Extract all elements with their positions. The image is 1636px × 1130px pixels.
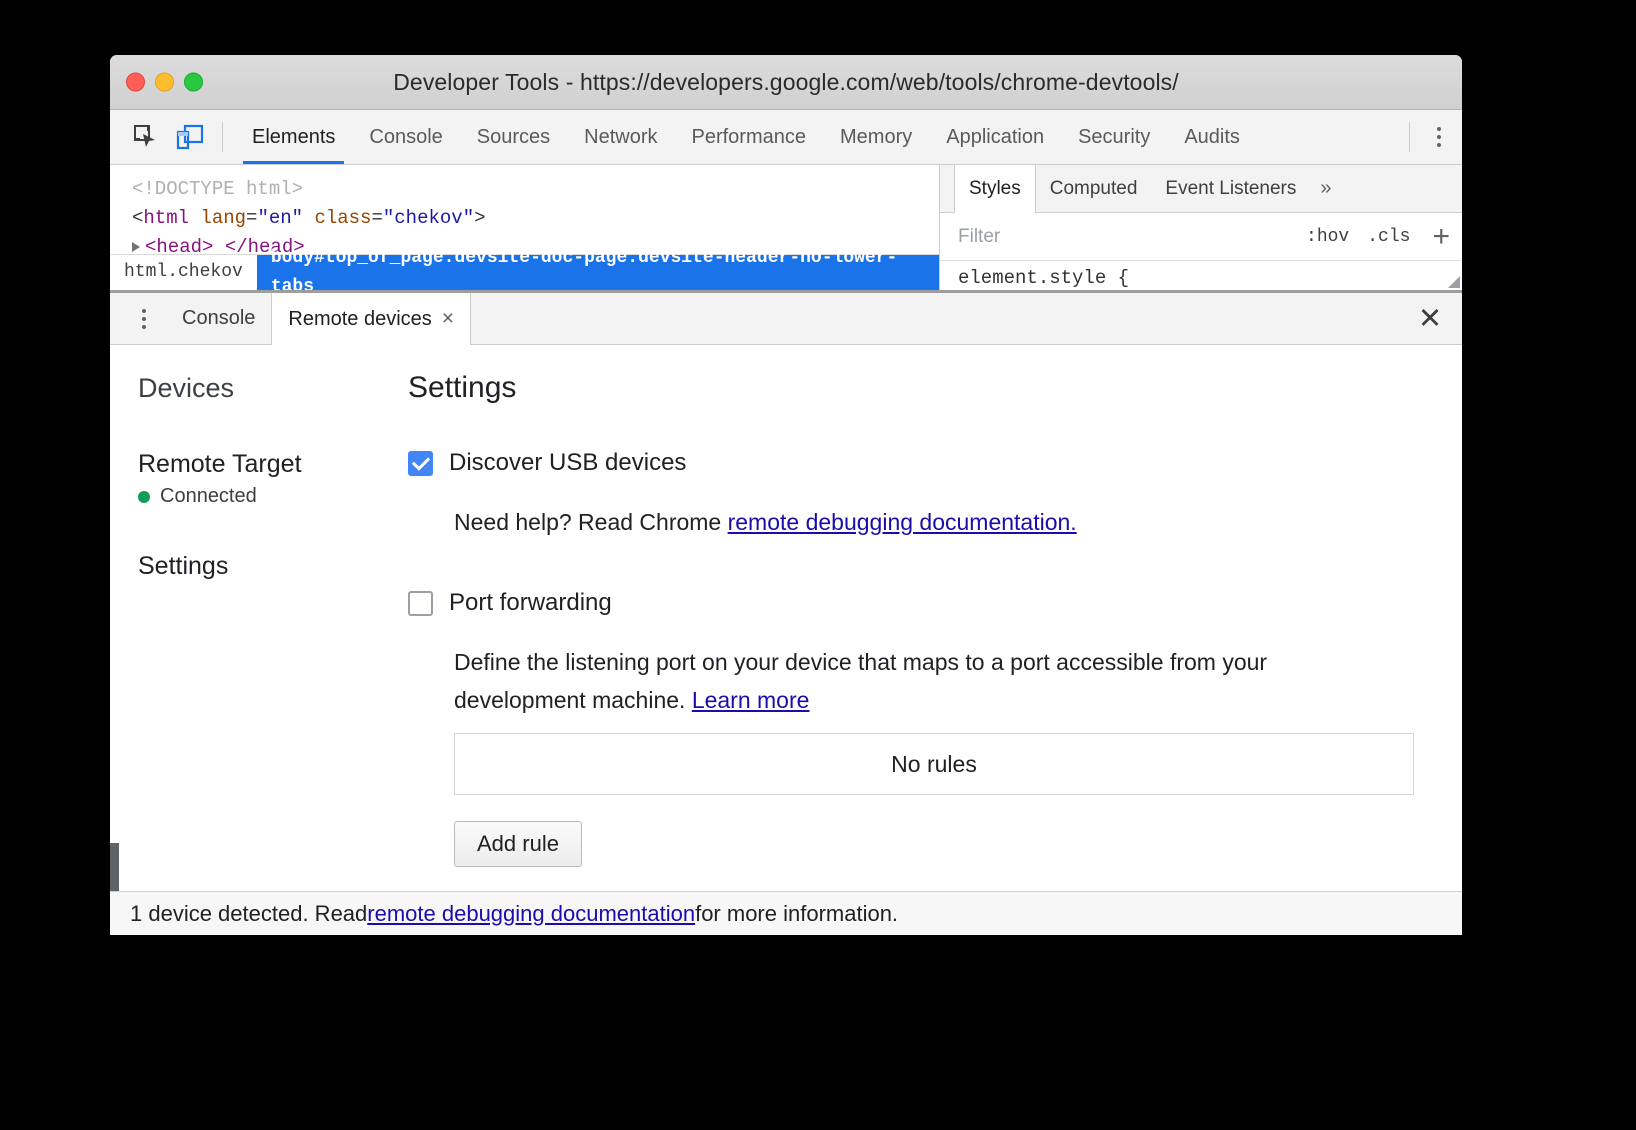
status-bar-documentation-link[interactable]: remote debugging documentation [367, 901, 695, 927]
window-title-bar: Developer Tools - https://developers.goo… [110, 55, 1462, 110]
add-rule-button[interactable]: Add rule [454, 821, 582, 867]
discover-usb-help-prefix: Need help? Read Chrome [454, 509, 728, 535]
remote-target-status-label: Connected [160, 485, 257, 508]
kebab-menu-icon[interactable] [1416, 127, 1462, 147]
minimize-window-button[interactable] [155, 73, 174, 92]
drawer-tab-remote-devices[interactable]: Remote devices × [271, 293, 471, 345]
remote-target-status: Connected [138, 485, 390, 508]
devtools-window: Developer Tools - https://developers.goo… [110, 55, 1462, 935]
add-style-rule-button[interactable]: + [1432, 222, 1450, 252]
port-forwarding-checkbox[interactable] [408, 591, 433, 616]
drawer-tab-bar: Console Remote devices × ✕ [110, 293, 1462, 345]
sidebar-item-settings[interactable]: Settings [138, 552, 390, 581]
remote-devices-settings-pane: Settings Discover USB devices Need help?… [390, 345, 1462, 891]
remote-target-label: Remote Target [138, 450, 390, 479]
close-tab-icon[interactable]: × [442, 307, 454, 331]
expand-triangle-icon[interactable] [132, 242, 140, 252]
dom-line-doctype: <!DOCTYPE html> [132, 175, 939, 204]
styles-rule-preview: element.style { [940, 261, 1462, 289]
status-dot-icon [138, 491, 150, 503]
window-controls [126, 73, 203, 92]
discover-usb-row[interactable]: Discover USB devices [408, 449, 1462, 477]
cls-button[interactable]: .cls [1367, 227, 1410, 247]
maximize-window-button[interactable] [184, 73, 203, 92]
remote-devices-body: Devices Remote Target Connected Settings… [110, 345, 1462, 891]
dom-close-bracket: > [474, 207, 485, 229]
sidebar-item-remote-target[interactable]: Remote Target Connected [138, 450, 390, 508]
breadcrumb: html.chekov body#top_of_page.devsite-doc… [110, 254, 940, 290]
status-bar: 1 device detected. Read remote debugging… [110, 891, 1462, 935]
tab-application[interactable]: Application [929, 110, 1061, 164]
toolbar-divider-right [1409, 122, 1410, 152]
discover-usb-checkbox[interactable] [408, 451, 433, 476]
tab-performance[interactable]: Performance [675, 110, 824, 164]
status-bar-prefix: 1 device detected. Read [130, 901, 367, 927]
devtools-toolbar: Elements Console Sources Network Perform… [110, 110, 1462, 165]
status-bar-suffix: for more information. [695, 901, 898, 927]
device-toolbar-icon[interactable] [168, 110, 212, 164]
tab-audits[interactable]: Audits [1167, 110, 1257, 164]
toolbar-right-group [1409, 110, 1462, 164]
port-forwarding-rules-list: No rules [454, 733, 1414, 795]
dom-attr-lang-value: "en" [257, 207, 303, 229]
dom-tree[interactable]: <!DOCTYPE html> <html lang="en" class="c… [110, 165, 940, 290]
dom-attr-lang: lang [200, 207, 246, 229]
chevron-double-right-icon[interactable]: » [1310, 165, 1341, 212]
filter-input[interactable]: Filter [958, 226, 1000, 248]
styles-filter-actions: :hov .cls + [1306, 222, 1450, 252]
styles-panel: Styles Computed Event Listeners » Filter… [940, 165, 1462, 290]
dom-open-bracket: < [132, 207, 143, 229]
close-window-button[interactable] [126, 73, 145, 92]
inspect-cursor-icon[interactable] [124, 110, 168, 164]
toolbar-divider [222, 122, 223, 152]
elements-panel: <!DOCTYPE html> <html lang="en" class="c… [110, 165, 1462, 290]
tab-event-listeners[interactable]: Event Listeners [1151, 165, 1310, 212]
window-title: Developer Tools - https://developers.goo… [110, 69, 1462, 96]
devtools-drawer: Console Remote devices × ✕ Devices Remot… [110, 290, 1462, 935]
devices-heading: Devices [138, 373, 390, 404]
discover-usb-help: Need help? Read Chrome remote debugging … [454, 503, 1394, 541]
port-forwarding-label: Port forwarding [449, 589, 612, 617]
drawer-tab-console[interactable]: Console [166, 293, 271, 344]
breadcrumb-item-body[interactable]: body#top_of_page.devsite-doc-page.devsit… [257, 255, 940, 290]
port-forwarding-description: Define the listening port on your device… [454, 643, 1394, 719]
tab-security[interactable]: Security [1061, 110, 1167, 164]
breadcrumb-item-html[interactable]: html.chekov [110, 255, 257, 290]
dom-line-html: <html lang="en" class="chekov"> [132, 204, 939, 233]
hov-button[interactable]: :hov [1306, 227, 1349, 247]
dom-attr-class: class [314, 207, 371, 229]
tab-sources[interactable]: Sources [460, 110, 567, 164]
resize-grip-icon[interactable] [1448, 276, 1460, 288]
discover-usb-label: Discover USB devices [449, 449, 686, 477]
port-forwarding-row[interactable]: Port forwarding [408, 589, 1462, 617]
settings-heading: Settings [408, 371, 1462, 405]
tab-memory[interactable]: Memory [823, 110, 929, 164]
dom-tag-html: html [143, 207, 189, 229]
drawer-tab-remote-devices-label: Remote devices [288, 308, 431, 331]
dom-attr-class-value: "chekov" [383, 207, 474, 229]
tab-elements[interactable]: Elements [235, 110, 352, 164]
tab-styles[interactable]: Styles [954, 165, 1036, 213]
tab-computed[interactable]: Computed [1036, 165, 1152, 212]
learn-more-link[interactable]: Learn more [692, 687, 810, 713]
drawer-tab-console-label: Console [182, 307, 255, 330]
remote-devices-sidebar: Devices Remote Target Connected Settings [110, 345, 390, 891]
port-forwarding-description-text: Define the listening port on your device… [454, 649, 1267, 713]
panel-tabs: Elements Console Sources Network Perform… [235, 110, 1257, 164]
tab-network[interactable]: Network [567, 110, 674, 164]
drawer-kebab-menu-icon[interactable] [122, 293, 166, 344]
remote-debugging-documentation-link[interactable]: remote debugging documentation. [728, 509, 1077, 535]
close-drawer-icon[interactable]: ✕ [1398, 293, 1462, 344]
styles-filter-row: Filter :hov .cls + [940, 213, 1462, 261]
styles-tab-bar: Styles Computed Event Listeners » [940, 165, 1462, 213]
tab-console[interactable]: Console [352, 110, 459, 164]
